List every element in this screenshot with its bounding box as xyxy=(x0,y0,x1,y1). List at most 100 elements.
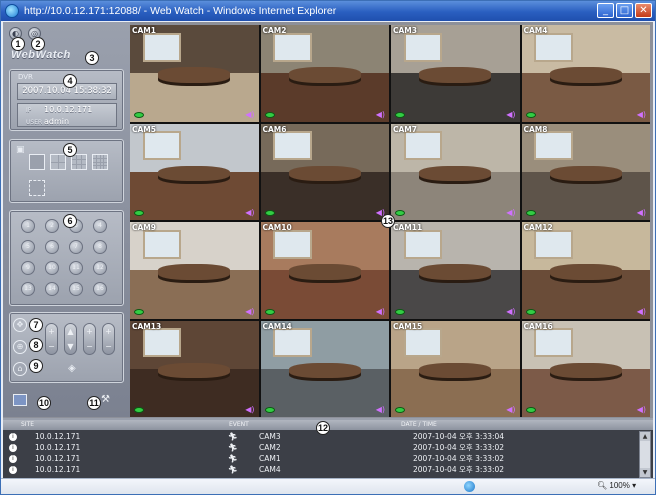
camera-tile[interactable]: CAM12 ◀) xyxy=(521,222,650,319)
ptz-zoom-button[interactable]: + − xyxy=(83,323,96,355)
event-row[interactable]: i 10.0.12.171 🏃︎ CAM4 2007-10-04 오후 3:33:02 xyxy=(3,465,637,475)
speaker-icon[interactable]: ◀) xyxy=(245,209,254,217)
camera-tile[interactable]: CAM4 ◀) xyxy=(521,25,650,122)
motion-indicator-icon xyxy=(134,111,144,118)
motion-indicator-icon xyxy=(395,308,405,315)
ptz-tilt-button[interactable]: ▲ ▼ xyxy=(64,323,77,355)
close-button[interactable]: ✕ xyxy=(635,3,652,18)
camera-scene-table xyxy=(288,362,361,379)
camera-tile[interactable]: CAM11 ◀) xyxy=(391,222,520,319)
camera-tile[interactable]: CAM15 ◀) xyxy=(391,320,520,417)
event-site: 10.0.12.171 xyxy=(35,432,81,441)
camera-button-12[interactable]: 12 xyxy=(93,261,107,275)
webwatch-app: ◐ ◎ WebWatch DVR 2007.10.04 15:38:32 IP 1… xyxy=(3,22,653,478)
camera-tile[interactable]: CAM14 ◀) xyxy=(260,320,389,417)
event-info-icon: i xyxy=(9,466,17,474)
camera-button-6[interactable]: 6 xyxy=(45,240,59,254)
motion-indicator-icon xyxy=(395,111,405,118)
camera-button-15[interactable]: 15 xyxy=(69,282,83,296)
speaker-icon[interactable]: ◀) xyxy=(637,307,646,316)
camera-button-7[interactable]: 7 xyxy=(69,240,83,254)
camera-tile[interactable]: CAM5 ◀) xyxy=(130,123,259,220)
camera-button-5[interactable]: 5 xyxy=(21,240,35,254)
camera-tile[interactable]: CAM2 ◀) xyxy=(260,25,389,122)
ptz-mode-icon[interactable]: ✥ xyxy=(13,318,27,332)
zoom-mode-icon[interactable]: ⊕ xyxy=(13,340,27,354)
camera-tile[interactable]: CAM16 ◀) xyxy=(521,320,650,417)
camera-button-2[interactable]: 2 xyxy=(45,219,59,233)
event-row[interactable]: i 10.0.12.171 🏃︎ CAM2 2007-10-04 오후 3:33:02 xyxy=(3,443,637,453)
camera-tile[interactable]: CAM1 ◀) xyxy=(130,25,259,122)
callout-marker: 5 xyxy=(63,143,77,157)
speaker-icon[interactable]: ◀) xyxy=(245,307,254,316)
ptz-center-icon[interactable]: ◈ xyxy=(68,363,76,374)
status-bar: 🔍︎ 100% ▾ xyxy=(1,478,655,494)
camera-tile[interactable]: CAM7 ◀) xyxy=(391,123,520,220)
camera-button-16[interactable]: 16 xyxy=(93,282,107,296)
event-log-scrollbar[interactable]: ▲ ▼ xyxy=(639,431,651,478)
minimize-button[interactable]: _ xyxy=(597,3,614,18)
camera-button-11[interactable]: 11 xyxy=(69,261,83,275)
camera-button-9[interactable]: 9 xyxy=(21,261,35,275)
callout-marker: 12 xyxy=(316,421,330,435)
event-info-icon: i xyxy=(9,444,17,452)
speaker-icon[interactable]: ◀) xyxy=(506,406,515,414)
camera-scene-table xyxy=(419,165,492,182)
speaker-icon[interactable]: ◀) xyxy=(637,406,646,414)
event-name: CAM1 xyxy=(259,454,281,463)
event-site: 10.0.12.171 xyxy=(35,443,81,452)
camera-scene-window xyxy=(403,131,443,161)
speaker-icon[interactable]: ◀) xyxy=(506,110,515,119)
scroll-up-icon[interactable]: ▲ xyxy=(640,432,650,441)
layout-quad-button[interactable] xyxy=(50,154,66,170)
layout-16split-button[interactable] xyxy=(92,154,108,170)
speaker-icon[interactable]: ◀) xyxy=(245,110,254,119)
network-icon[interactable] xyxy=(13,394,27,406)
maximize-button[interactable]: □ xyxy=(616,3,633,18)
callout-marker: 9 xyxy=(29,359,43,373)
preset-mode-icon[interactable]: ⌂ xyxy=(13,362,27,376)
layout-single-button[interactable] xyxy=(29,154,45,170)
motion-event-icon: 🏃︎ xyxy=(228,432,238,441)
ptz-focus-button[interactable]: + − xyxy=(102,323,115,355)
camera-tile[interactable]: CAM10 ◀) xyxy=(260,222,389,319)
event-row[interactable]: i 10.0.12.171 🏃︎ CAM1 2007-10-04 오후 3:33:02 xyxy=(3,454,637,464)
camera-tile[interactable]: CAM13 ◀) xyxy=(130,320,259,417)
dvr-label: DVR xyxy=(18,73,33,81)
camera-scene-window xyxy=(273,32,312,62)
speaker-icon[interactable]: ◀) xyxy=(376,406,385,414)
callout-marker: 3 xyxy=(85,51,99,65)
sequence-layout-button[interactable] xyxy=(29,180,45,196)
layout-9split-button[interactable] xyxy=(71,154,87,170)
speaker-icon[interactable]: ◀) xyxy=(506,209,515,217)
camera-button-4[interactable]: 4 xyxy=(93,219,107,233)
camera-button-1[interactable]: 1 xyxy=(21,219,35,233)
speaker-icon[interactable]: ◀) xyxy=(637,209,646,217)
camera-scene-window xyxy=(142,229,182,259)
camera-scene-table xyxy=(419,362,492,379)
camera-button-13[interactable]: 13 xyxy=(21,282,35,296)
speaker-icon[interactable]: ◀) xyxy=(506,307,515,316)
camera-label: CAM12 xyxy=(523,223,553,232)
callout-marker: 11 xyxy=(87,396,101,410)
camera-tile[interactable]: CAM9 ◀) xyxy=(130,222,259,319)
camera-tile[interactable]: CAM8 ◀) xyxy=(521,123,650,220)
callout-marker: 8 xyxy=(29,338,43,352)
scroll-down-icon[interactable]: ▼ xyxy=(640,468,650,477)
camera-button-14[interactable]: 14 xyxy=(45,282,59,296)
speaker-icon[interactable]: ◀) xyxy=(376,307,385,316)
camera-tile[interactable]: CAM3 ◀) xyxy=(391,25,520,122)
speaker-icon[interactable]: ◀) xyxy=(245,406,254,414)
camera-label: CAM13 xyxy=(132,321,162,331)
camera-button-8[interactable]: 8 xyxy=(93,240,107,254)
window-title: http://10.0.12.171:12088/ - Web Watch - … xyxy=(24,5,337,17)
speaker-icon[interactable]: ◀) xyxy=(637,110,646,119)
camera-tile[interactable]: CAM6 ◀) xyxy=(260,123,389,220)
camera-button-10[interactable]: 10 xyxy=(45,261,59,275)
camera-scene-window xyxy=(534,229,573,259)
settings-tools-icon[interactable]: ⚒ xyxy=(101,394,110,405)
camera-label: CAM10 xyxy=(262,223,292,232)
ptz-pan-button[interactable]: + − xyxy=(45,323,58,355)
zoom-level[interactable]: 🔍︎ 100% ▾ xyxy=(597,481,636,490)
speaker-icon[interactable]: ◀) xyxy=(376,110,385,119)
